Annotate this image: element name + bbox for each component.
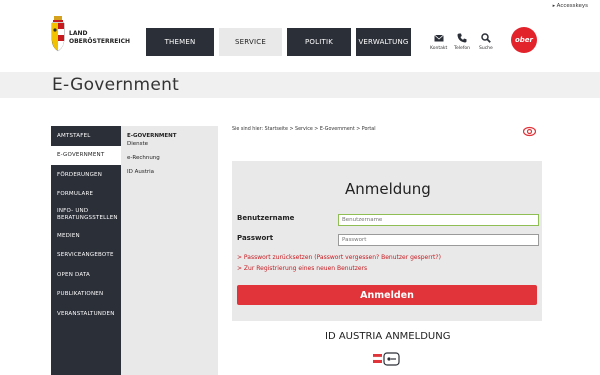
phone-label: Telefon (454, 46, 470, 51)
page-title: E-Government (52, 75, 180, 95)
sidebar-item-formulare[interactable]: FORMULARE (51, 185, 121, 205)
sidebar-item-open-data[interactable]: OPEN DATA (51, 265, 121, 285)
nav-service[interactable]: SERVICE (219, 28, 282, 56)
nav-verwaltung[interactable]: VERWALTUNG (356, 28, 411, 56)
subnav-item-dienste[interactable]: Dienste (121, 141, 218, 147)
mail-icon (433, 34, 444, 42)
sidebar-item-serviceangebote[interactable]: SERVICEANGEBOTE (51, 246, 121, 266)
password-label: Passwort (237, 234, 274, 242)
id-austria-icon[interactable] (373, 352, 401, 366)
logo-text[interactable]: LAND OBERÖSTERREICH (69, 30, 130, 46)
sidebar-item-publikationen[interactable]: PUBLIKATIONEN (51, 285, 121, 305)
badge-text: ober (514, 36, 534, 44)
eye-icon[interactable] (523, 126, 536, 137)
nav-themen[interactable]: THEMEN (146, 28, 214, 56)
phone-icon (457, 33, 467, 43)
contact-label: Kontakt (430, 46, 448, 51)
sub-navigation: E-GOVERNMENT Dienste e-Rechnung ID Austr… (121, 126, 218, 375)
subnav-item-e-rechnung[interactable]: e-Rechnung (121, 155, 218, 161)
sidebar-item-amtstafel[interactable]: AMTSTAFEL (51, 126, 121, 146)
subnav-heading[interactable]: E-GOVERNMENT (121, 133, 218, 139)
sidebar-item-e-government[interactable]: E-GOVERNMENT (51, 145, 121, 165)
search-label: Suche (479, 46, 493, 51)
sidebar-item-info-beratung[interactable]: INFO- UND BERATUNGSSTELLEN (51, 204, 121, 226)
phone-link[interactable]: Telefon (454, 33, 470, 51)
breadcrumb[interactable]: Sie sind hier: Startseite > Service > E-… (232, 127, 376, 132)
accesskeys-link[interactable]: Accesskeys (553, 3, 588, 9)
id-austria-heading: ID AUSTRIA ANMELDUNG (325, 331, 451, 342)
reset-password-link[interactable]: > Passwort zurücksetzen (Passwort verges… (237, 254, 441, 261)
search-icon (481, 33, 491, 43)
login-button[interactable]: Anmelden (237, 285, 537, 305)
search-link[interactable]: Suche (479, 33, 493, 51)
login-title: Anmeldung (345, 180, 431, 198)
main-nav: THEMEN SERVICE POLITIK VERWALTUNG (146, 28, 416, 56)
sidebar-item-veranstaltungen[interactable]: VERANSTALTUNDEN (51, 304, 121, 324)
sidebar-item-info-line2: BERATUNGSSTELLEN (57, 215, 118, 221)
sidebar-item-medien[interactable]: MEDIEN (51, 226, 121, 246)
register-link[interactable]: > Zur Registrierung eines neuen Benutzer… (237, 265, 367, 272)
username-input[interactable] (338, 214, 539, 226)
logo-line-1: LAND (69, 30, 88, 37)
contact-link[interactable]: Kontakt (430, 33, 447, 51)
ober-oesterreich-badge[interactable]: ober (511, 27, 537, 53)
sidebar-item-info-line1: INFO- UND (57, 208, 89, 214)
username-label: Benutzername (237, 214, 295, 222)
coat-of-arms-logo[interactable] (51, 16, 65, 52)
nav-politik[interactable]: POLITIK (287, 28, 351, 56)
password-input[interactable] (338, 234, 539, 246)
header: Accesskeys LAND OBERÖSTERREICH THEMEN SE… (0, 0, 600, 70)
sidebar-item-foerderungen[interactable]: FÖRDERUNGEN (51, 165, 121, 185)
logo-line-2: OBERÖSTERREICH (69, 38, 131, 45)
subnav-item-id-austria[interactable]: ID Austria (121, 169, 218, 175)
sidebar: AMTSTAFEL E-GOVERNMENT FÖRDERUNGEN FORMU… (51, 126, 121, 375)
